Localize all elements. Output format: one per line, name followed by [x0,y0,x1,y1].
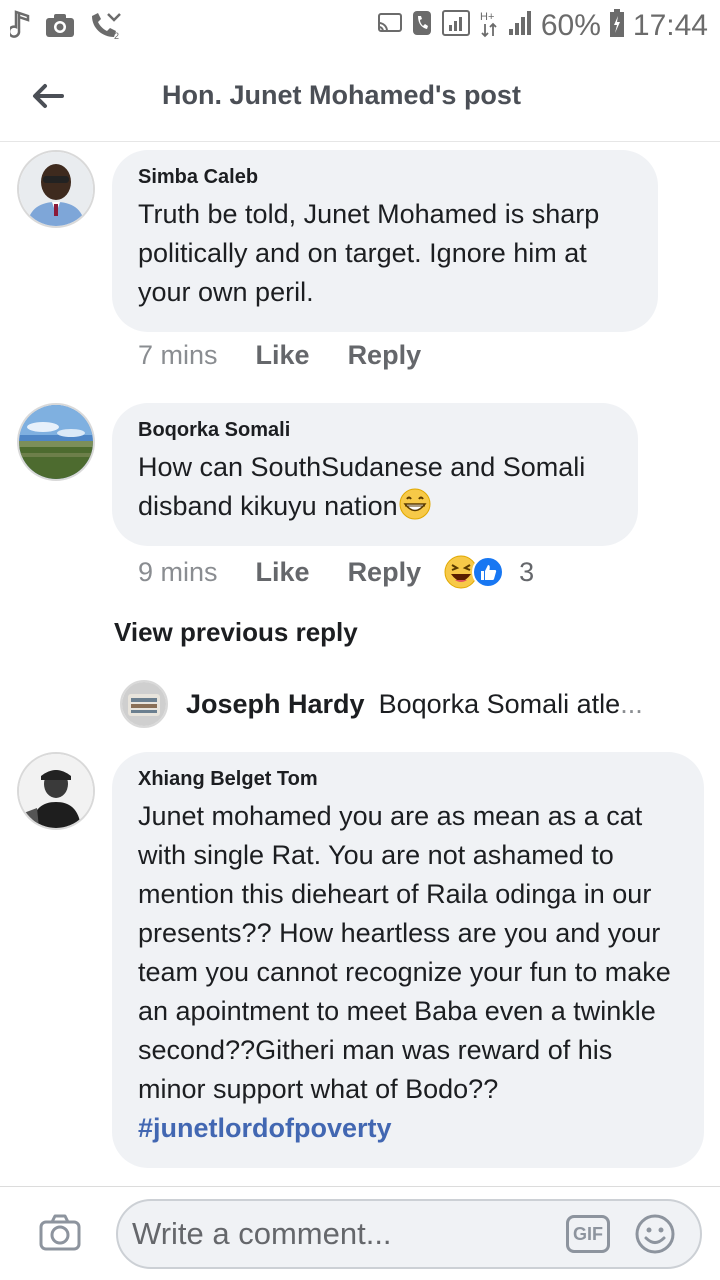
grin-emoji-icon [398,488,432,521]
comment-composer: GIF [0,1186,720,1280]
reply-button[interactable]: Reply [348,340,422,371]
reactions-summary[interactable] [443,554,505,590]
post-comments-screen: 2 H+ 60% 17:44 Hon. Junet Mohamed's post… [0,0,720,1280]
like-icon [472,556,505,588]
avatar-xhiang-belget-tom[interactable] [17,752,95,830]
page-title: Hon. Junet Mohamed's post [162,80,521,110]
back-arrow-icon [33,84,64,108]
comment-text: Junet mohamed you are as mean as a cat w… [138,797,678,1148]
comment-text-body: Junet mohamed you are as mean as a cat w… [138,801,671,1104]
avatar-simba-caleb[interactable] [17,150,95,228]
comment-author[interactable]: Simba Caleb [138,166,632,189]
cast-icon [377,11,403,40]
comment-input[interactable] [116,1199,702,1269]
view-previous-reply-link[interactable]: View previous reply [114,617,358,648]
reply-button[interactable]: Reply [348,557,422,588]
comment-text: How can SouthSudanese and Somali disband… [138,448,612,526]
comment-author[interactable]: Xhiang Belget Tom [138,768,678,791]
status-bar: 2 H+ 60% 17:44 [0,0,720,50]
comment-time: 7 mins [138,340,218,370]
reply-text: Boqorka Somali atle [378,688,621,719]
svg-text:H+: H+ [480,11,494,23]
status-left-icons: 2 [7,10,124,45]
comment-bubble[interactable]: Boqorka Somali How can SouthSudanese and… [112,403,638,546]
comment-text-body: How can SouthSudanese and Somali disband… [138,452,586,521]
comment-time: 9 mins [138,556,218,587]
music-note-icon [7,10,32,45]
comment-actions: 9 mins Like Reply 3 [138,554,534,590]
reply-ellipsis: ... [620,688,643,719]
camera-icon [39,1214,81,1251]
wifi-calling-icon [441,9,471,42]
comment-text: Truth be told, Junet Mohamed is sharp po… [138,199,600,307]
status-right-icons: H+ 60% 17:44 [377,8,708,43]
camera-button[interactable] [38,1213,82,1253]
missed-call-icon: 2 [88,10,124,45]
svg-text:2: 2 [114,31,119,40]
smiley-icon [635,1214,675,1254]
like-button[interactable]: Like [256,340,310,371]
back-button[interactable] [28,76,68,116]
reply-author[interactable]: Joseph Hardy [186,689,365,720]
comment-actions: 7 mins Like Reply [138,340,443,371]
hashtag-link[interactable]: #junetlordofpoverty [138,1113,392,1143]
phone-signal-icon [411,9,433,42]
comment-bubble[interactable]: Xhiang Belget Tom Junet mohamed you are … [112,752,704,1168]
avatar-boqorka-somali[interactable] [17,403,95,481]
comment-bubble[interactable]: Simba Caleb Truth be told, Junet Mohamed… [112,150,658,332]
hplus-icon: H+ [479,8,499,43]
status-time: 17:44 [632,8,708,42]
app-header: Hon. Junet Mohamed's post [0,50,720,142]
emoji-button[interactable] [634,1213,676,1255]
gif-button[interactable]: GIF [566,1215,610,1253]
reply-preview[interactable]: Joseph Hardy Boqorka Somali atle... [120,680,643,728]
signal-bars-icon [507,9,533,42]
like-button[interactable]: Like [256,557,310,588]
battery-icon [609,8,625,43]
avatar-joseph-hardy[interactable] [120,680,168,728]
reaction-count: 3 [519,556,535,587]
camera-icon [44,11,76,44]
battery-percent: 60% [540,8,601,42]
comment-author[interactable]: Boqorka Somali [138,419,612,442]
